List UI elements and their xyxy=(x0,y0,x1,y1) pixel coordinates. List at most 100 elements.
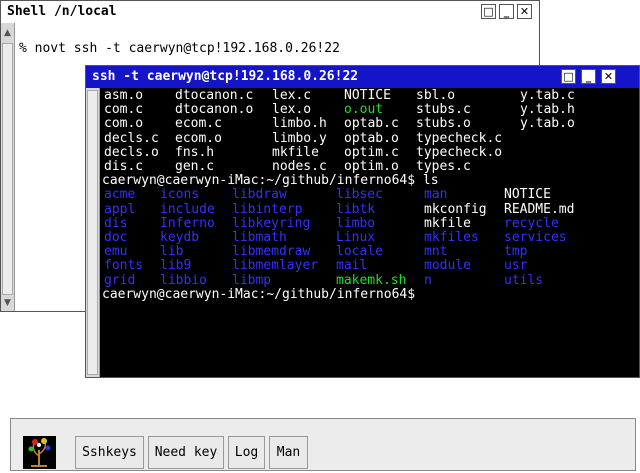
file-entry: makemk.sh xyxy=(336,272,407,288)
file-entry: decls.c xyxy=(104,130,159,146)
file-entry: y.tab.c xyxy=(520,88,575,103)
file-entry: optim.c xyxy=(344,144,399,160)
file-entry: mkfile xyxy=(272,144,319,160)
file-entry: optim.o xyxy=(344,159,399,174)
shell-scrollbar[interactable]: ▲ ▼ xyxy=(1,23,15,311)
file-entry: module xyxy=(424,258,471,274)
file-entry: mnt xyxy=(424,244,448,260)
listing-row: com.c dtocanon.o lex.o o.out stubs.c y.tab.h xyxy=(102,102,575,118)
file-entry: appl xyxy=(104,201,136,217)
file-entry: utils xyxy=(504,272,544,288)
listing-row: com.o ecom.c limbo.h optab.c stubs.o y.tab.o xyxy=(102,116,575,132)
shell-command-line[interactable]: % novt ssh -t caerwyn@tcp!192.168.0.26!2… xyxy=(19,41,340,56)
file-entry: libtk xyxy=(336,201,376,217)
listing-row: acme icons libdraw libsec man NOTICE xyxy=(102,188,552,202)
file-entry: sbl.o xyxy=(416,88,456,103)
file-entry: NOTICE xyxy=(504,187,551,203)
prompt-ls-line: caerwyn@caerwyn-iMac:~/github/inferno64$… xyxy=(102,173,439,189)
file-entry: doc xyxy=(104,230,128,245)
close-icon[interactable]: ✕ xyxy=(601,69,616,84)
file-entry: include xyxy=(160,201,215,217)
file-entry: y.tab.o xyxy=(520,116,575,132)
listing-row: grid libbio libmp makemk.sh n utils xyxy=(102,272,552,288)
shell-scroll-thumb[interactable] xyxy=(2,43,13,295)
ssh-titlebar[interactable]: ssh -t caerwyn@tcp!192.168.0.26!22 □ _ ✕ xyxy=(86,66,639,88)
file-entry: y.tab.h xyxy=(520,102,575,118)
log-button[interactable]: Log xyxy=(228,436,265,469)
file-entry: dtocanon.o xyxy=(175,102,254,118)
file-entry: dis xyxy=(104,215,128,231)
file-entry: typecheck.o xyxy=(416,144,503,160)
dock: Sshkeys Need key Log Man xyxy=(10,418,636,471)
file-entry: typecheck.c xyxy=(416,130,503,146)
file-entry: mail xyxy=(336,258,368,274)
file-entry: limbo xyxy=(336,215,376,231)
file-entry: mkconfig xyxy=(424,201,487,217)
ssh-title: ssh -t caerwyn@tcp!192.168.0.26!22 xyxy=(92,69,359,84)
file-entry: mkfiles xyxy=(424,230,479,245)
ssh-scroll-thumb[interactable] xyxy=(87,90,98,375)
minimize-icon[interactable]: _ xyxy=(581,69,596,84)
ssh-window[interactable]: ssh -t caerwyn@tcp!192.168.0.26!22 □ _ ✕… xyxy=(85,65,640,378)
file-entry: n xyxy=(424,272,432,288)
file-entry: com.c xyxy=(104,102,144,118)
sshkeys-button[interactable]: Sshkeys xyxy=(75,436,144,469)
file-entry: lib xyxy=(160,244,184,260)
inferno-tree-logo-icon[interactable] xyxy=(23,436,56,469)
file-entry: stubs.c xyxy=(416,102,471,118)
file-entry: libmemdraw xyxy=(232,244,311,260)
file-entry: grid xyxy=(104,272,136,288)
file-entry: decls.o xyxy=(104,144,159,160)
shell-title: Shell /n/local xyxy=(7,4,117,19)
listing-row: appl include libinterp libtk mkconfig README.… xyxy=(102,201,574,217)
listing-row: dis.c gen.c nodes.c optim.o types.c xyxy=(102,160,552,174)
listing-row: fonts lib9 libmemlayer mail module usr xyxy=(102,259,552,273)
file-entry: libsec xyxy=(336,187,383,203)
minimize-icon[interactable]: _ xyxy=(499,4,514,19)
file-entry: lex.o xyxy=(272,102,312,118)
file-entry: limbo.h xyxy=(272,116,327,132)
file-entry: gen.c xyxy=(175,159,215,174)
file-entry: optab.o xyxy=(344,130,399,146)
listing-row: decls.o fns.h mkfile optim.c typecheck.o xyxy=(102,144,552,160)
file-entry: emu xyxy=(104,244,128,260)
file-entry: dis.c xyxy=(104,159,144,174)
man-button[interactable]: Man xyxy=(269,436,308,469)
scroll-down-icon[interactable]: ▼ xyxy=(1,297,14,309)
terminal-output[interactable]: asm.o dtocanon.c lex.c NOTICE sbl.o y.tab.c co… xyxy=(100,88,639,377)
file-entry: libdraw xyxy=(232,187,287,203)
ssh-scrollbar[interactable] xyxy=(86,88,100,377)
listing-row: asm.o dtocanon.c lex.c NOTICE sbl.o y.tab.c xyxy=(102,88,575,103)
listing-row: doc keydb libmath Linux mkfiles services xyxy=(102,230,567,245)
file-entry: README.md xyxy=(504,201,575,217)
scroll-up-icon[interactable]: ▲ xyxy=(1,27,14,39)
file-entry: recycle xyxy=(504,215,559,231)
file-entry: locale xyxy=(336,244,383,260)
file-entry: o.out xyxy=(344,102,384,118)
need-key-button[interactable]: Need key xyxy=(148,436,224,469)
listing-row: decls.c ecom.o limbo.y optab.o typecheck.c xyxy=(102,130,552,146)
file-entry: services xyxy=(504,230,567,245)
file-entry: lib9 xyxy=(160,258,192,274)
file-entry: fonts xyxy=(104,258,144,274)
file-entry: keydb xyxy=(160,230,200,245)
file-entry: NOTICE xyxy=(344,88,391,103)
file-entry: dtocanon.c xyxy=(175,88,254,103)
file-entry: nodes.c xyxy=(272,159,327,174)
close-icon[interactable]: ✕ xyxy=(517,4,532,19)
resize-icon[interactable]: □ xyxy=(561,69,576,84)
listing-row: emu lib libmemdraw locale mnt tmp xyxy=(102,245,552,259)
file-entry: libmp xyxy=(232,272,272,288)
file-entry: lex.c xyxy=(272,88,312,103)
file-entry: ecom.c xyxy=(175,116,222,132)
listing-row: dis Inferno libkeyring limbo mkfile recycle xyxy=(102,215,559,231)
file-entry: libkeyring xyxy=(232,215,311,231)
resize-icon[interactable]: □ xyxy=(481,4,496,19)
shell-titlebar[interactable]: Shell /n/local □ _ ✕ xyxy=(1,1,539,23)
file-entry: man xyxy=(424,187,448,203)
file-entry: Linux xyxy=(336,230,376,245)
file-entry: com.o xyxy=(104,116,144,132)
file-entry: libinterp xyxy=(232,201,303,217)
file-entry: ecom.o xyxy=(175,130,222,146)
file-entry: icons xyxy=(160,187,200,203)
